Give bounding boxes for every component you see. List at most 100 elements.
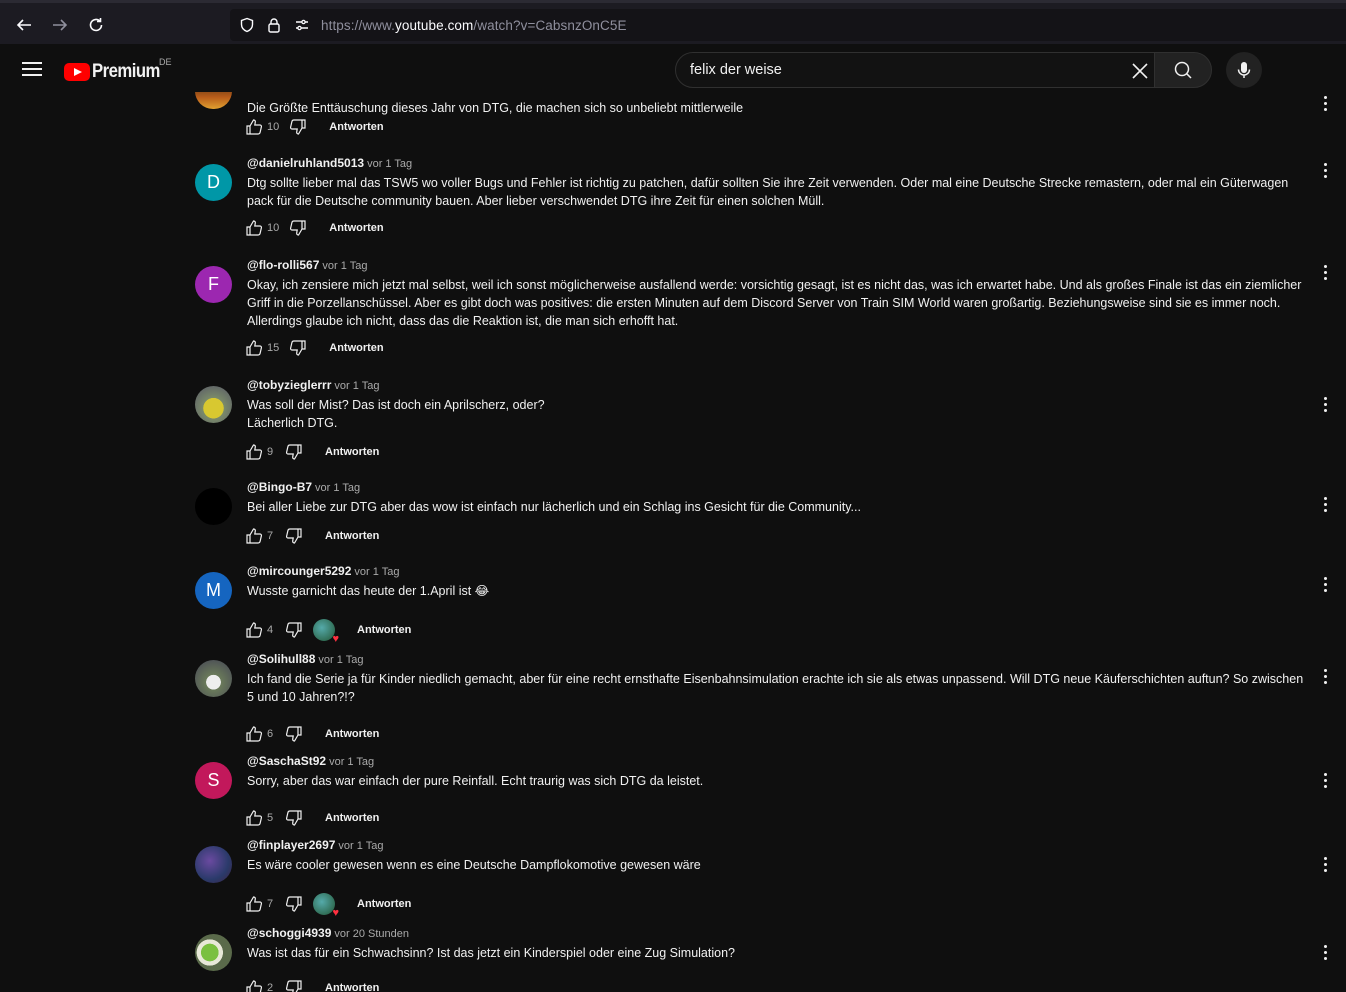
comment-time[interactable]: vor 1 Tag <box>334 380 379 392</box>
reply-button[interactable]: Antworten <box>325 728 379 740</box>
logo-text: Premium <box>92 61 160 82</box>
reply-button[interactable]: Antworten <box>329 342 383 354</box>
avatar[interactable]: D <box>195 164 232 201</box>
comment-time[interactable]: vor 1 Tag <box>322 260 367 272</box>
reply-button[interactable]: Antworten <box>357 624 411 636</box>
comment-author[interactable]: @mircounger5292 <box>247 564 351 578</box>
reply-button[interactable]: Antworten <box>325 982 379 992</box>
permissions-icon[interactable] <box>294 17 310 33</box>
more-options-icon[interactable] <box>1324 397 1328 415</box>
avatar[interactable] <box>195 660 232 697</box>
avatar[interactable] <box>195 934 232 971</box>
like-icon[interactable] <box>245 339 263 357</box>
comment-author[interactable]: @finplayer2697 <box>247 838 335 852</box>
more-options-icon[interactable] <box>1324 497 1328 515</box>
like-count: 4 <box>267 624 274 636</box>
like-icon[interactable] <box>245 809 263 827</box>
avatar[interactable] <box>195 386 232 423</box>
reload-button[interactable] <box>82 11 110 39</box>
comment-header: @danielruhland5013 vor 1 Tag <box>247 156 412 170</box>
comment-header: @finplayer2697 vor 1 Tag <box>247 838 383 852</box>
more-options-icon[interactable] <box>1324 773 1328 791</box>
dislike-icon[interactable] <box>289 219 307 237</box>
search-input[interactable] <box>690 62 1110 78</box>
like-icon[interactable] <box>245 979 263 992</box>
voice-search-button[interactable] <box>1226 52 1262 88</box>
like-icon[interactable] <box>245 219 263 237</box>
like-count: 7 <box>267 530 274 542</box>
more-options-icon[interactable] <box>1324 577 1328 595</box>
like-icon[interactable] <box>245 443 263 461</box>
youtube-header: Premium DE <box>0 44 1346 92</box>
comment-text: Wusste garnicht das heute der 1.April is… <box>247 584 490 598</box>
comment-time[interactable]: vor 1 Tag <box>318 654 363 666</box>
more-options-icon[interactable] <box>1324 669 1328 687</box>
comment-time[interactable]: vor 1 Tag <box>315 482 360 494</box>
comment-author[interactable]: @Bingo-B7 <box>247 480 312 494</box>
comment-text-line: Was soll der Mist? Das ist doch ein Apri… <box>247 398 545 412</box>
comment-header: @Solihull88 vor 1 Tag <box>247 652 363 666</box>
like-icon[interactable] <box>245 118 263 136</box>
like-icon[interactable] <box>245 725 263 743</box>
avatar[interactable]: F <box>195 266 232 303</box>
dislike-icon[interactable] <box>285 809 303 827</box>
avatar[interactable] <box>195 846 232 883</box>
like-count: 2 <box>267 982 274 992</box>
comment-author[interactable]: @Solihull88 <box>247 652 315 666</box>
comment-actions: 15 Antworten <box>245 338 384 358</box>
search-box[interactable] <box>675 52 1155 88</box>
comment-time[interactable]: vor 1 Tag <box>354 566 399 578</box>
comment-time[interactable]: vor 1 Tag <box>367 158 412 170</box>
comment-author[interactable]: @tobyzieglerrr <box>247 378 331 392</box>
comment-time[interactable]: vor 1 Tag <box>329 756 374 768</box>
like-count: 9 <box>267 446 274 458</box>
like-icon[interactable] <box>245 895 263 913</box>
comment-time[interactable]: vor 20 Stunden <box>334 928 409 940</box>
avatar[interactable]: M <box>195 572 232 609</box>
back-button[interactable] <box>10 11 38 39</box>
close-icon[interactable] <box>1130 61 1150 81</box>
dislike-icon[interactable] <box>285 443 303 461</box>
comment-author[interactable]: @SaschaSt92 <box>247 754 326 768</box>
like-count: 15 <box>267 342 280 354</box>
search-button[interactable] <box>1154 52 1212 88</box>
avatar[interactable]: S <box>195 762 232 799</box>
reply-button[interactable]: Antworten <box>325 530 379 542</box>
reply-button[interactable]: Antworten <box>357 898 411 910</box>
reply-button[interactable]: Antworten <box>325 812 379 824</box>
reply-button[interactable]: Antworten <box>329 222 383 234</box>
dislike-icon[interactable] <box>285 895 303 913</box>
dislike-icon[interactable] <box>285 725 303 743</box>
reply-button[interactable]: Antworten <box>325 446 379 458</box>
reply-button[interactable]: Antworten <box>329 121 383 133</box>
menu-icon[interactable] <box>22 62 42 76</box>
url-text[interactable]: https://www.youtube.com/watch?v=CabsnzOn… <box>321 18 627 33</box>
url-bar[interactable]: https://www.youtube.com/watch?v=CabsnzOn… <box>230 9 1346 41</box>
comment-author[interactable]: @danielruhland5013 <box>247 156 364 170</box>
comment-header: @mircounger5292 vor 1 Tag <box>247 564 399 578</box>
comment-time[interactable]: vor 1 Tag <box>338 840 383 852</box>
like-icon[interactable] <box>245 527 263 545</box>
like-count: 10 <box>267 121 280 133</box>
avatar[interactable] <box>195 488 232 525</box>
comment-text: Was soll der Mist? Das ist doch ein Apri… <box>247 396 1307 432</box>
like-icon[interactable] <box>245 621 263 639</box>
avatar[interactable] <box>195 92 232 109</box>
dislike-icon[interactable] <box>285 621 303 639</box>
dislike-icon[interactable] <box>289 339 307 357</box>
more-options-icon[interactable] <box>1324 945 1328 963</box>
dislike-icon[interactable] <box>285 979 303 992</box>
youtube-premium-logo[interactable]: Premium <box>64 61 169 83</box>
forward-button[interactable] <box>46 11 74 39</box>
comment-author[interactable]: @flo-rolli567 <box>247 258 319 272</box>
dislike-icon[interactable] <box>289 118 307 136</box>
more-options-icon[interactable] <box>1324 163 1328 181</box>
comment-author[interactable]: @schoggi4939 <box>247 926 331 940</box>
dislike-icon[interactable] <box>285 527 303 545</box>
shield-icon[interactable] <box>239 17 255 33</box>
more-options-icon[interactable] <box>1324 265 1328 283</box>
more-options-icon[interactable] <box>1324 857 1328 875</box>
more-options-icon[interactable] <box>1324 96 1328 114</box>
youtube-play-icon <box>64 63 90 81</box>
lock-icon[interactable] <box>266 17 282 33</box>
